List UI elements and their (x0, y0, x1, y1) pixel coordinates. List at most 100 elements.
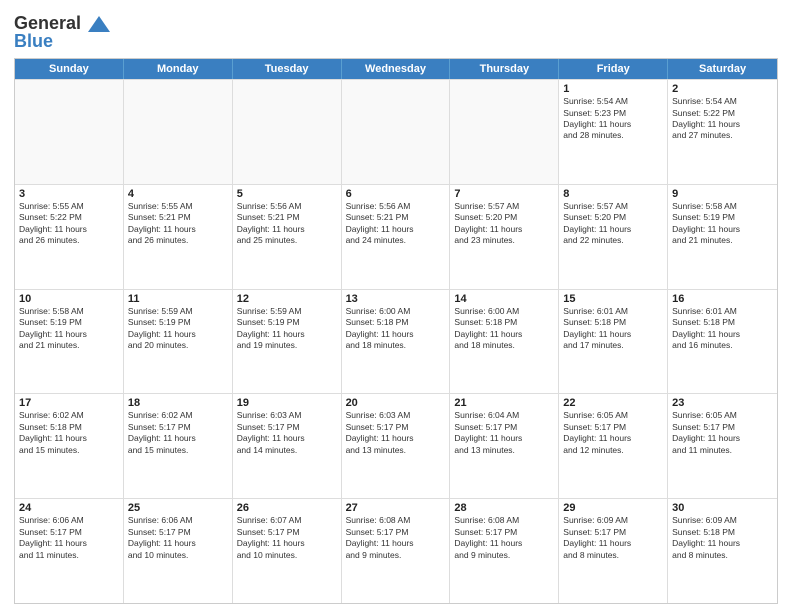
day-detail: Sunrise: 6:08 AM Sunset: 5:17 PM Dayligh… (346, 515, 446, 561)
weekday-header-friday: Friday (559, 59, 668, 79)
empty-cell-0-4 (450, 80, 559, 184)
day-number: 27 (346, 502, 446, 514)
weekday-header-tuesday: Tuesday (233, 59, 342, 79)
day-number: 26 (237, 502, 337, 514)
day-number: 22 (563, 397, 663, 409)
day-number: 10 (19, 293, 119, 305)
day-detail: Sunrise: 5:56 AM Sunset: 5:21 PM Dayligh… (346, 201, 446, 247)
day-detail: Sunrise: 6:00 AM Sunset: 5:18 PM Dayligh… (454, 306, 554, 352)
day-detail: Sunrise: 5:57 AM Sunset: 5:20 PM Dayligh… (454, 201, 554, 247)
day-number: 17 (19, 397, 119, 409)
day-detail: Sunrise: 6:06 AM Sunset: 5:17 PM Dayligh… (128, 515, 228, 561)
calendar-row-3: 17Sunrise: 6:02 AM Sunset: 5:18 PM Dayli… (15, 393, 777, 498)
logo-blue: Blue (14, 32, 110, 52)
calendar-header: SundayMondayTuesdayWednesdayThursdayFrid… (15, 59, 777, 79)
weekday-header-monday: Monday (124, 59, 233, 79)
day-cell-28: 28Sunrise: 6:08 AM Sunset: 5:17 PM Dayli… (450, 499, 559, 603)
day-number: 6 (346, 188, 446, 200)
calendar: SundayMondayTuesdayWednesdayThursdayFrid… (14, 58, 778, 604)
day-number: 29 (563, 502, 663, 514)
day-cell-17: 17Sunrise: 6:02 AM Sunset: 5:18 PM Dayli… (15, 394, 124, 498)
day-cell-21: 21Sunrise: 6:04 AM Sunset: 5:17 PM Dayli… (450, 394, 559, 498)
day-detail: Sunrise: 6:01 AM Sunset: 5:18 PM Dayligh… (563, 306, 663, 352)
weekday-header-wednesday: Wednesday (342, 59, 451, 79)
day-number: 15 (563, 293, 663, 305)
day-detail: Sunrise: 6:05 AM Sunset: 5:17 PM Dayligh… (563, 410, 663, 456)
calendar-body: 1Sunrise: 5:54 AM Sunset: 5:23 PM Daylig… (15, 79, 777, 603)
day-cell-19: 19Sunrise: 6:03 AM Sunset: 5:17 PM Dayli… (233, 394, 342, 498)
day-number: 1 (563, 83, 663, 95)
day-number: 9 (672, 188, 773, 200)
calendar-row-1: 3Sunrise: 5:55 AM Sunset: 5:22 PM Daylig… (15, 184, 777, 289)
day-cell-30: 30Sunrise: 6:09 AM Sunset: 5:18 PM Dayli… (668, 499, 777, 603)
day-cell-5: 5Sunrise: 5:56 AM Sunset: 5:21 PM Daylig… (233, 185, 342, 289)
day-cell-26: 26Sunrise: 6:07 AM Sunset: 5:17 PM Dayli… (233, 499, 342, 603)
day-number: 11 (128, 293, 228, 305)
day-detail: Sunrise: 5:55 AM Sunset: 5:21 PM Dayligh… (128, 201, 228, 247)
day-detail: Sunrise: 6:01 AM Sunset: 5:18 PM Dayligh… (672, 306, 773, 352)
day-cell-18: 18Sunrise: 6:02 AM Sunset: 5:17 PM Dayli… (124, 394, 233, 498)
day-detail: Sunrise: 6:09 AM Sunset: 5:17 PM Dayligh… (563, 515, 663, 561)
weekday-header-sunday: Sunday (15, 59, 124, 79)
day-number: 14 (454, 293, 554, 305)
day-cell-8: 8Sunrise: 5:57 AM Sunset: 5:20 PM Daylig… (559, 185, 668, 289)
day-cell-11: 11Sunrise: 5:59 AM Sunset: 5:19 PM Dayli… (124, 290, 233, 394)
empty-cell-0-0 (15, 80, 124, 184)
day-number: 21 (454, 397, 554, 409)
day-cell-14: 14Sunrise: 6:00 AM Sunset: 5:18 PM Dayli… (450, 290, 559, 394)
day-detail: Sunrise: 6:09 AM Sunset: 5:18 PM Dayligh… (672, 515, 773, 561)
day-cell-27: 27Sunrise: 6:08 AM Sunset: 5:17 PM Dayli… (342, 499, 451, 603)
day-cell-4: 4Sunrise: 5:55 AM Sunset: 5:21 PM Daylig… (124, 185, 233, 289)
day-cell-12: 12Sunrise: 5:59 AM Sunset: 5:19 PM Dayli… (233, 290, 342, 394)
day-detail: Sunrise: 6:00 AM Sunset: 5:18 PM Dayligh… (346, 306, 446, 352)
day-detail: Sunrise: 6:03 AM Sunset: 5:17 PM Dayligh… (346, 410, 446, 456)
day-cell-2: 2Sunrise: 5:54 AM Sunset: 5:22 PM Daylig… (668, 80, 777, 184)
day-cell-7: 7Sunrise: 5:57 AM Sunset: 5:20 PM Daylig… (450, 185, 559, 289)
day-number: 12 (237, 293, 337, 305)
day-number: 13 (346, 293, 446, 305)
day-number: 2 (672, 83, 773, 95)
day-cell-23: 23Sunrise: 6:05 AM Sunset: 5:17 PM Dayli… (668, 394, 777, 498)
day-number: 25 (128, 502, 228, 514)
empty-cell-0-2 (233, 80, 342, 184)
day-detail: Sunrise: 5:56 AM Sunset: 5:21 PM Dayligh… (237, 201, 337, 247)
day-cell-15: 15Sunrise: 6:01 AM Sunset: 5:18 PM Dayli… (559, 290, 668, 394)
day-cell-10: 10Sunrise: 5:58 AM Sunset: 5:19 PM Dayli… (15, 290, 124, 394)
day-number: 3 (19, 188, 119, 200)
logo-icon (88, 14, 110, 34)
day-number: 4 (128, 188, 228, 200)
day-detail: Sunrise: 5:55 AM Sunset: 5:22 PM Dayligh… (19, 201, 119, 247)
empty-cell-0-1 (124, 80, 233, 184)
day-detail: Sunrise: 6:08 AM Sunset: 5:17 PM Dayligh… (454, 515, 554, 561)
day-detail: Sunrise: 6:05 AM Sunset: 5:17 PM Dayligh… (672, 410, 773, 456)
day-detail: Sunrise: 6:02 AM Sunset: 5:17 PM Dayligh… (128, 410, 228, 456)
calendar-row-0: 1Sunrise: 5:54 AM Sunset: 5:23 PM Daylig… (15, 79, 777, 184)
day-cell-16: 16Sunrise: 6:01 AM Sunset: 5:18 PM Dayli… (668, 290, 777, 394)
day-cell-20: 20Sunrise: 6:03 AM Sunset: 5:17 PM Dayli… (342, 394, 451, 498)
day-detail: Sunrise: 6:04 AM Sunset: 5:17 PM Dayligh… (454, 410, 554, 456)
weekday-header-thursday: Thursday (450, 59, 559, 79)
day-detail: Sunrise: 5:59 AM Sunset: 5:19 PM Dayligh… (128, 306, 228, 352)
day-detail: Sunrise: 5:58 AM Sunset: 5:19 PM Dayligh… (672, 201, 773, 247)
day-number: 23 (672, 397, 773, 409)
day-number: 19 (237, 397, 337, 409)
day-detail: Sunrise: 6:06 AM Sunset: 5:17 PM Dayligh… (19, 515, 119, 561)
day-cell-9: 9Sunrise: 5:58 AM Sunset: 5:19 PM Daylig… (668, 185, 777, 289)
day-number: 24 (19, 502, 119, 514)
day-cell-3: 3Sunrise: 5:55 AM Sunset: 5:22 PM Daylig… (15, 185, 124, 289)
empty-cell-0-3 (342, 80, 451, 184)
day-cell-24: 24Sunrise: 6:06 AM Sunset: 5:17 PM Dayli… (15, 499, 124, 603)
day-detail: Sunrise: 5:57 AM Sunset: 5:20 PM Dayligh… (563, 201, 663, 247)
calendar-row-2: 10Sunrise: 5:58 AM Sunset: 5:19 PM Dayli… (15, 289, 777, 394)
day-cell-6: 6Sunrise: 5:56 AM Sunset: 5:21 PM Daylig… (342, 185, 451, 289)
day-number: 18 (128, 397, 228, 409)
day-detail: Sunrise: 6:02 AM Sunset: 5:18 PM Dayligh… (19, 410, 119, 456)
day-cell-13: 13Sunrise: 6:00 AM Sunset: 5:18 PM Dayli… (342, 290, 451, 394)
day-number: 7 (454, 188, 554, 200)
day-cell-1: 1Sunrise: 5:54 AM Sunset: 5:23 PM Daylig… (559, 80, 668, 184)
day-cell-22: 22Sunrise: 6:05 AM Sunset: 5:17 PM Dayli… (559, 394, 668, 498)
day-detail: Sunrise: 5:54 AM Sunset: 5:22 PM Dayligh… (672, 96, 773, 142)
day-number: 20 (346, 397, 446, 409)
logo: General Blue (14, 14, 110, 52)
day-number: 8 (563, 188, 663, 200)
